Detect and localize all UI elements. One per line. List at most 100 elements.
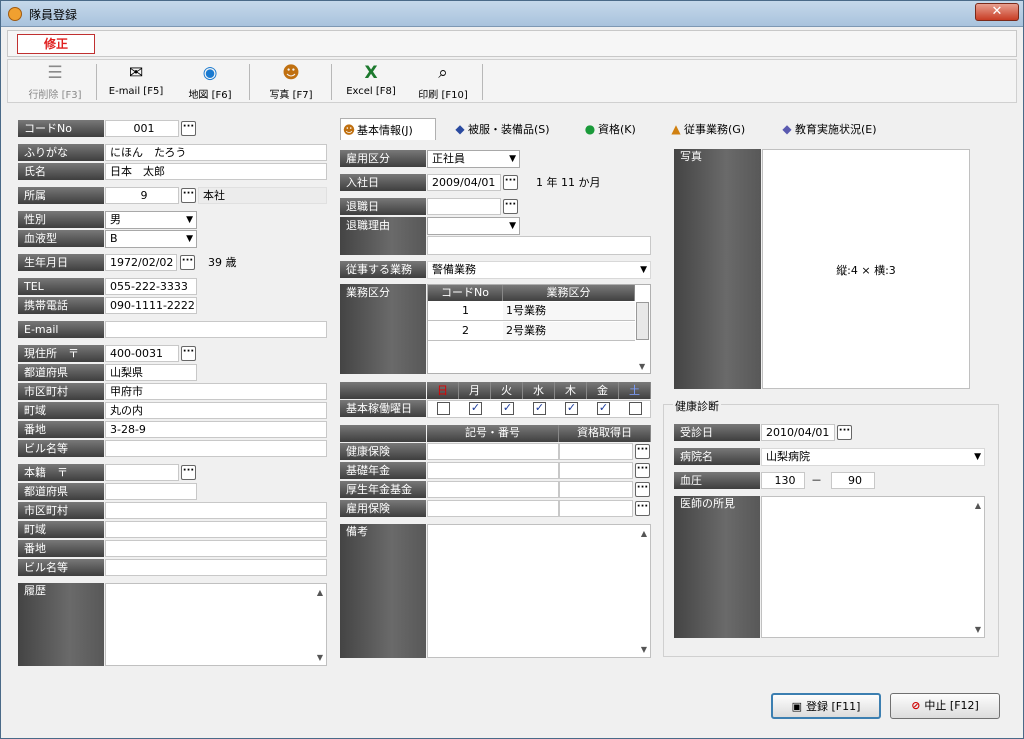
domicile-prefecture-field[interactable] bbox=[105, 483, 197, 500]
workday-checkbox-0[interactable] bbox=[437, 402, 450, 415]
domicile-street-field[interactable] bbox=[105, 540, 327, 557]
employment-insurance-number[interactable] bbox=[427, 500, 559, 517]
welfare-pension-date[interactable] bbox=[559, 481, 633, 498]
leave-date-picker-button[interactable]: ··· bbox=[503, 199, 518, 214]
join-date-picker-button[interactable]: ··· bbox=[503, 175, 518, 190]
weekday-header-4: 木 bbox=[555, 382, 587, 399]
photo-button[interactable]: ☻ 写真 [F7] bbox=[254, 62, 328, 102]
gender-select[interactable]: 男 ▼ bbox=[105, 211, 197, 229]
birthdate-field[interactable]: 1972/02/02 bbox=[105, 254, 177, 271]
employment-insurance-date[interactable] bbox=[559, 500, 633, 517]
employment-type-select[interactable]: 正社員 ▼ bbox=[427, 150, 520, 168]
health-insurance-date[interactable] bbox=[559, 443, 633, 460]
building-field[interactable] bbox=[105, 440, 327, 457]
blood-type-select[interactable]: B ▼ bbox=[105, 230, 197, 248]
table-row-category[interactable]: 1号業務 bbox=[503, 302, 635, 321]
leave-reason-select[interactable]: ▼ bbox=[427, 217, 520, 235]
mobile-field[interactable]: 090-1111-2222 bbox=[105, 297, 197, 314]
scroll-down-icon[interactable]: ▼ bbox=[975, 625, 981, 634]
insurance-header-date: 資格取得日 bbox=[559, 425, 651, 442]
welfare-pension-number[interactable] bbox=[427, 481, 559, 498]
mobile-label: 携帯電話 bbox=[18, 297, 104, 314]
health-insurance-number[interactable] bbox=[427, 443, 559, 460]
hospital-select[interactable]: 山梨病院 ▼ bbox=[761, 448, 985, 466]
domicile-zip-lookup-button[interactable]: ··· bbox=[181, 465, 196, 480]
address-zip-field[interactable]: 400-0031 bbox=[105, 345, 179, 362]
window-title: 隊員登録 bbox=[29, 8, 78, 22]
furigana-field[interactable]: にほん たろう bbox=[105, 144, 327, 161]
domicile-zip-field[interactable] bbox=[105, 464, 179, 481]
basic-pension-label: 基礎年金 bbox=[340, 462, 426, 479]
leave-date-field[interactable] bbox=[427, 198, 501, 215]
workday-checkbox-2[interactable]: ✓ bbox=[501, 402, 514, 415]
name-label: 氏名 bbox=[18, 163, 104, 180]
grid-scrollbar[interactable] bbox=[636, 302, 649, 340]
tab-education[interactable]: ◆ 教育実施状況(E) bbox=[779, 118, 876, 140]
scroll-down-icon[interactable]: ▼ bbox=[641, 645, 647, 654]
scroll-up-icon[interactable]: ▲ bbox=[641, 529, 647, 538]
leave-reason-detail[interactable] bbox=[427, 236, 651, 255]
email-field[interactable] bbox=[105, 321, 327, 338]
scroll-up-icon[interactable]: ▲ bbox=[975, 501, 981, 510]
workday-checkbox-3[interactable]: ✓ bbox=[533, 402, 546, 415]
blood-pressure-label: 血圧 bbox=[674, 472, 760, 489]
basic-pension-date-picker[interactable]: ··· bbox=[635, 463, 650, 478]
tab-duties[interactable]: ▲ 従事業務(G) bbox=[668, 118, 745, 140]
excel-button[interactable]: X Excel [F8] bbox=[336, 62, 406, 102]
print-button[interactable]: ⌕ 印刷 [F10] bbox=[408, 62, 478, 102]
town-field[interactable]: 丸の内 bbox=[105, 402, 327, 419]
cancel-button[interactable]: ⊘ 中止 [F12] bbox=[890, 693, 1000, 719]
table-row-code[interactable]: 1 bbox=[428, 302, 503, 321]
tel-field[interactable]: 055-222-3333 bbox=[105, 278, 197, 295]
birthdate-picker-button[interactable]: ··· bbox=[180, 255, 195, 270]
exam-date-field[interactable]: 2010/04/01 bbox=[761, 424, 835, 441]
city-field[interactable]: 甲府市 bbox=[105, 383, 327, 400]
code-field[interactable]: 001 bbox=[105, 120, 179, 137]
weekday-header-1: 月 bbox=[459, 382, 491, 399]
workday-checkbox-5[interactable]: ✓ bbox=[597, 402, 610, 415]
duty-select[interactable]: 警備業務 ▼ bbox=[427, 261, 651, 279]
workday-checkbox-4[interactable]: ✓ bbox=[565, 402, 578, 415]
domicile-city-field[interactable] bbox=[105, 502, 327, 519]
health-insurance-date-picker[interactable]: ··· bbox=[635, 444, 650, 459]
basic-pension-number[interactable] bbox=[427, 462, 559, 479]
delete-row-button[interactable]: ☰ 行削除 [F3] bbox=[16, 62, 94, 102]
prefecture-field[interactable]: 山梨県 bbox=[105, 364, 197, 381]
blood-pressure-high[interactable]: 130 bbox=[761, 472, 805, 489]
doctor-findings-memo[interactable]: ▲ ▼ bbox=[761, 496, 985, 638]
scroll-down-icon[interactable]: ▼ bbox=[317, 653, 323, 662]
affiliation-code-field[interactable]: 9 bbox=[105, 187, 179, 204]
exam-date-picker-button[interactable]: ··· bbox=[837, 425, 852, 440]
table-row-category[interactable]: 2号業務 bbox=[503, 322, 635, 341]
domicile-town-field[interactable] bbox=[105, 521, 327, 538]
tab-uniform-equipment[interactable]: ◆ 被服・装備品(S) bbox=[452, 118, 549, 140]
domicile-building-field[interactable] bbox=[105, 559, 327, 576]
employment-insurance-date-picker[interactable]: ··· bbox=[635, 501, 650, 516]
tab-basic-info[interactable]: ☻ 基本情報(J) bbox=[340, 118, 436, 140]
table-row-code[interactable]: 2 bbox=[428, 322, 503, 341]
workday-checkbox-6[interactable] bbox=[629, 402, 642, 415]
name-field[interactable]: 日本 太郎 bbox=[105, 163, 327, 180]
weekday-header-blank bbox=[340, 382, 426, 399]
welfare-pension-date-picker[interactable]: ··· bbox=[635, 482, 650, 497]
basic-pension-date[interactable] bbox=[559, 462, 633, 479]
city-label: 市区町村 bbox=[18, 383, 104, 400]
history-memo[interactable]: ▲ ▼ bbox=[105, 583, 327, 666]
notes-memo[interactable]: ▲ ▼ bbox=[427, 524, 651, 658]
save-button[interactable]: ▣ 登録 [F11] bbox=[771, 693, 881, 719]
workday-checkbox-1[interactable]: ✓ bbox=[469, 402, 482, 415]
code-lookup-button[interactable]: ··· bbox=[181, 121, 196, 136]
zip-lookup-button[interactable]: ··· bbox=[181, 346, 196, 361]
weekday-header-2: 火 bbox=[491, 382, 523, 399]
email-button[interactable]: ✉ E-mail [F5] bbox=[100, 62, 172, 102]
affiliation-lookup-button[interactable]: ··· bbox=[181, 188, 196, 203]
scroll-down-icon[interactable]: ▼ bbox=[639, 362, 645, 371]
scroll-up-icon[interactable]: ▲ bbox=[317, 588, 323, 597]
blood-pressure-low[interactable]: 90 bbox=[831, 472, 875, 489]
photo-area[interactable]: 縦:4 × 横:3 bbox=[762, 149, 970, 389]
join-date-field[interactable]: 2009/04/01 bbox=[427, 174, 501, 191]
map-button[interactable]: ◉ 地図 [F6] bbox=[174, 62, 246, 102]
tab-qualifications[interactable]: ● 資格(K) bbox=[582, 118, 636, 140]
street-number-field[interactable]: 3-28-9 bbox=[105, 421, 327, 438]
close-button[interactable]: ✕ bbox=[975, 3, 1019, 21]
